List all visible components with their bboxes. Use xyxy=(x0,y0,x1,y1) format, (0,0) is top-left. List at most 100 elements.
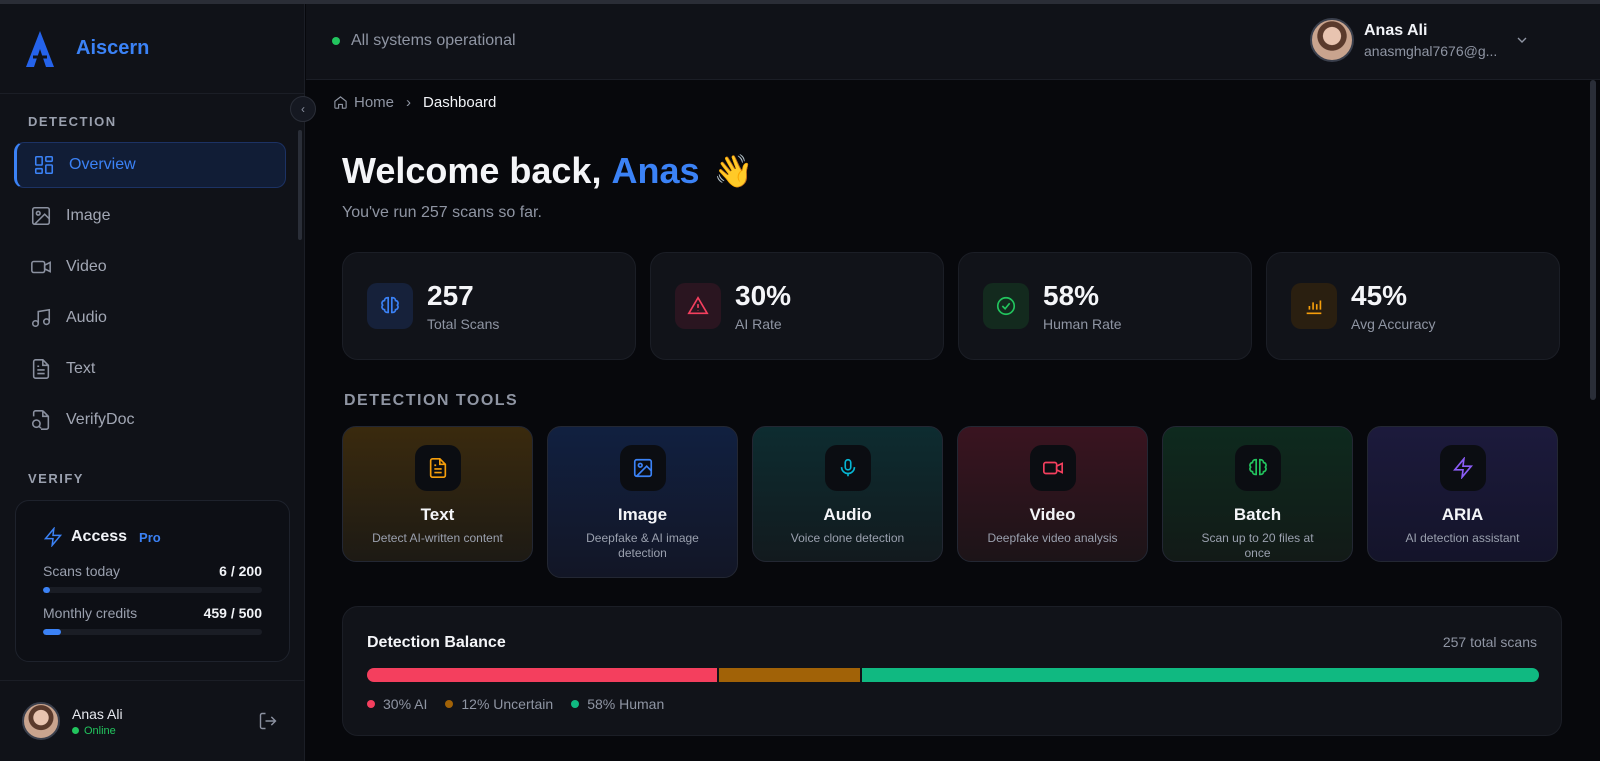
sidebar-user-name: Anas Ali xyxy=(72,705,123,722)
tool-card-batch[interactable]: Batch Scan up to 20 files at once xyxy=(1162,426,1353,562)
scans-today-label: Scans today xyxy=(43,563,121,579)
sidebar-item-verifydoc[interactable]: VerifyDoc xyxy=(14,397,286,443)
profile-menu[interactable]: Anas Ali anasmghal7676@g... xyxy=(1310,18,1497,62)
system-status: All systems operational xyxy=(332,32,516,50)
sidebar-item-label: Audio xyxy=(66,309,107,326)
brand[interactable]: Aiscern xyxy=(0,4,304,94)
check-circle-icon xyxy=(996,296,1016,316)
verify-doc-icon xyxy=(31,410,50,430)
balance-title: Detection Balance xyxy=(367,634,506,651)
grid-icon xyxy=(34,155,54,175)
tool-card-image[interactable]: Image Deepfake & AI image detection xyxy=(547,426,738,578)
scans-today-value: 6 / 200 xyxy=(219,563,262,579)
sidebar-scrollbar[interactable] xyxy=(298,130,302,240)
access-card: Access Pro Scans today 6 / 200 Monthly c… xyxy=(15,500,290,662)
tool-description: Detect AI-written content xyxy=(372,531,503,545)
video-icon xyxy=(31,260,51,274)
stat-card-human-rate: 58% Human Rate xyxy=(958,252,1252,360)
brand-name: Aiscern xyxy=(76,37,150,59)
tool-name: Video xyxy=(1029,505,1076,524)
stat-value: 58% xyxy=(1043,280,1100,311)
aiscern-logo-icon xyxy=(26,30,54,67)
page-title: Welcome back, Anas 👋 xyxy=(342,150,754,191)
tool-card-aria[interactable]: ARIA AI detection assistant xyxy=(1367,426,1558,562)
chevron-left-icon: ‹ xyxy=(301,102,305,116)
lightning-icon xyxy=(1452,457,1473,479)
avatar xyxy=(1310,18,1354,62)
sidebar-item-label: Text xyxy=(66,360,96,377)
monthly-credits-meter xyxy=(43,629,262,635)
plan-badge: Pro xyxy=(139,529,161,545)
collapse-sidebar-button[interactable]: ‹ xyxy=(290,96,316,122)
breadcrumb: Home › Dashboard xyxy=(333,94,496,111)
sidebar-item-overview[interactable]: Overview xyxy=(14,142,286,188)
online-status: Online xyxy=(72,725,123,737)
section-label-detection: DETECTION xyxy=(28,114,117,129)
stat-label: Avg Accuracy xyxy=(1351,316,1436,332)
sidebar-item-text[interactable]: Text xyxy=(14,346,286,392)
stat-label: AI Rate xyxy=(735,316,782,332)
video-icon xyxy=(1042,461,1063,475)
stat-card-ai-rate: 30% AI Rate xyxy=(650,252,944,360)
sidebar-user[interactable]: Anas Ali Online xyxy=(0,680,305,761)
stat-card-total-scans: 257 Total Scans xyxy=(342,252,636,360)
tool-card-text[interactable]: Text Detect AI-written content xyxy=(342,426,533,562)
stat-card-avg-accuracy: 45% Avg Accuracy xyxy=(1266,252,1560,360)
stat-label: Total Scans xyxy=(427,316,500,332)
tool-name: ARIA xyxy=(1441,505,1484,524)
legend-label: 58% Human xyxy=(587,696,665,712)
monthly-credits-meter-fill xyxy=(43,629,61,635)
legend-label: 30% AI xyxy=(383,696,428,712)
access-title: Access xyxy=(71,528,128,545)
stat-value: 30% xyxy=(735,280,792,311)
tool-name: Batch xyxy=(1233,505,1282,524)
section-label-detection-tools: DETECTION TOOLS xyxy=(344,392,519,409)
monthly-credits-value: 459 / 500 xyxy=(203,605,262,621)
tool-card-video[interactable]: Video Deepfake video analysis xyxy=(957,426,1148,562)
sidebar-item-label: VerifyDoc xyxy=(66,411,135,428)
page-subtitle: You've run 257 scans so far. xyxy=(342,204,542,221)
legend-dot-icon xyxy=(367,700,375,708)
top-header: All systems operational Anas Ali anasmgh… xyxy=(306,4,1600,80)
stat-value: 45% xyxy=(1351,280,1408,311)
legend-label: 12% Uncertain xyxy=(461,696,554,712)
sidebar: Aiscern DETECTION Overview Image Video A… xyxy=(0,4,305,761)
logout-icon[interactable] xyxy=(258,711,278,731)
tool-name: Image xyxy=(617,505,668,524)
chevron-down-icon[interactable] xyxy=(1514,32,1530,48)
document-icon xyxy=(429,458,446,478)
balance-segment xyxy=(719,668,860,682)
section-label-verify: VERIFY xyxy=(28,471,84,486)
tool-name: Audio xyxy=(823,505,872,524)
status-dot-icon xyxy=(332,37,340,45)
sidebar-item-audio[interactable]: Audio xyxy=(14,295,286,341)
balance-segment xyxy=(367,668,718,682)
sidebar-item-video[interactable]: Video xyxy=(14,244,286,290)
legend-dot-icon xyxy=(445,700,454,708)
document-icon xyxy=(32,359,50,379)
tool-card-audio[interactable]: Audio Voice clone detection xyxy=(752,426,943,562)
system-status-text: All systems operational xyxy=(351,32,516,49)
user-first-name: Anas xyxy=(611,150,700,191)
legend-item: 12% Uncertain xyxy=(445,696,553,712)
tool-description: Voice clone detection xyxy=(790,531,905,545)
sidebar-item-image[interactable]: Image xyxy=(14,193,286,239)
chevron-right-icon: › xyxy=(406,94,412,111)
detection-balance-card: Detection Balance 257 total scans 30% AI… xyxy=(342,606,1562,736)
breadcrumb-home[interactable]: Home xyxy=(354,94,394,111)
scans-today-meter xyxy=(43,587,262,593)
avatar xyxy=(22,702,60,740)
balance-segment xyxy=(861,668,1539,682)
sidebar-item-label: Overview xyxy=(69,156,136,173)
stats-row: 257 Total Scans 30% AI Rate 58% Human Ra… xyxy=(342,252,1560,360)
image-icon xyxy=(633,458,652,478)
brain-icon xyxy=(1248,458,1267,476)
page-scrollbar[interactable] xyxy=(1590,80,1596,400)
legend-dot-icon xyxy=(571,700,580,708)
tool-description: Deepfake video analysis xyxy=(987,531,1118,545)
balance-legend: 30% AI 12% Uncertain 58% Human xyxy=(367,696,664,712)
legend-item: 30% AI xyxy=(367,696,427,712)
profile-name: Anas Ali xyxy=(1364,21,1428,39)
scans-today-meter-fill xyxy=(43,587,50,593)
music-icon xyxy=(31,308,51,328)
